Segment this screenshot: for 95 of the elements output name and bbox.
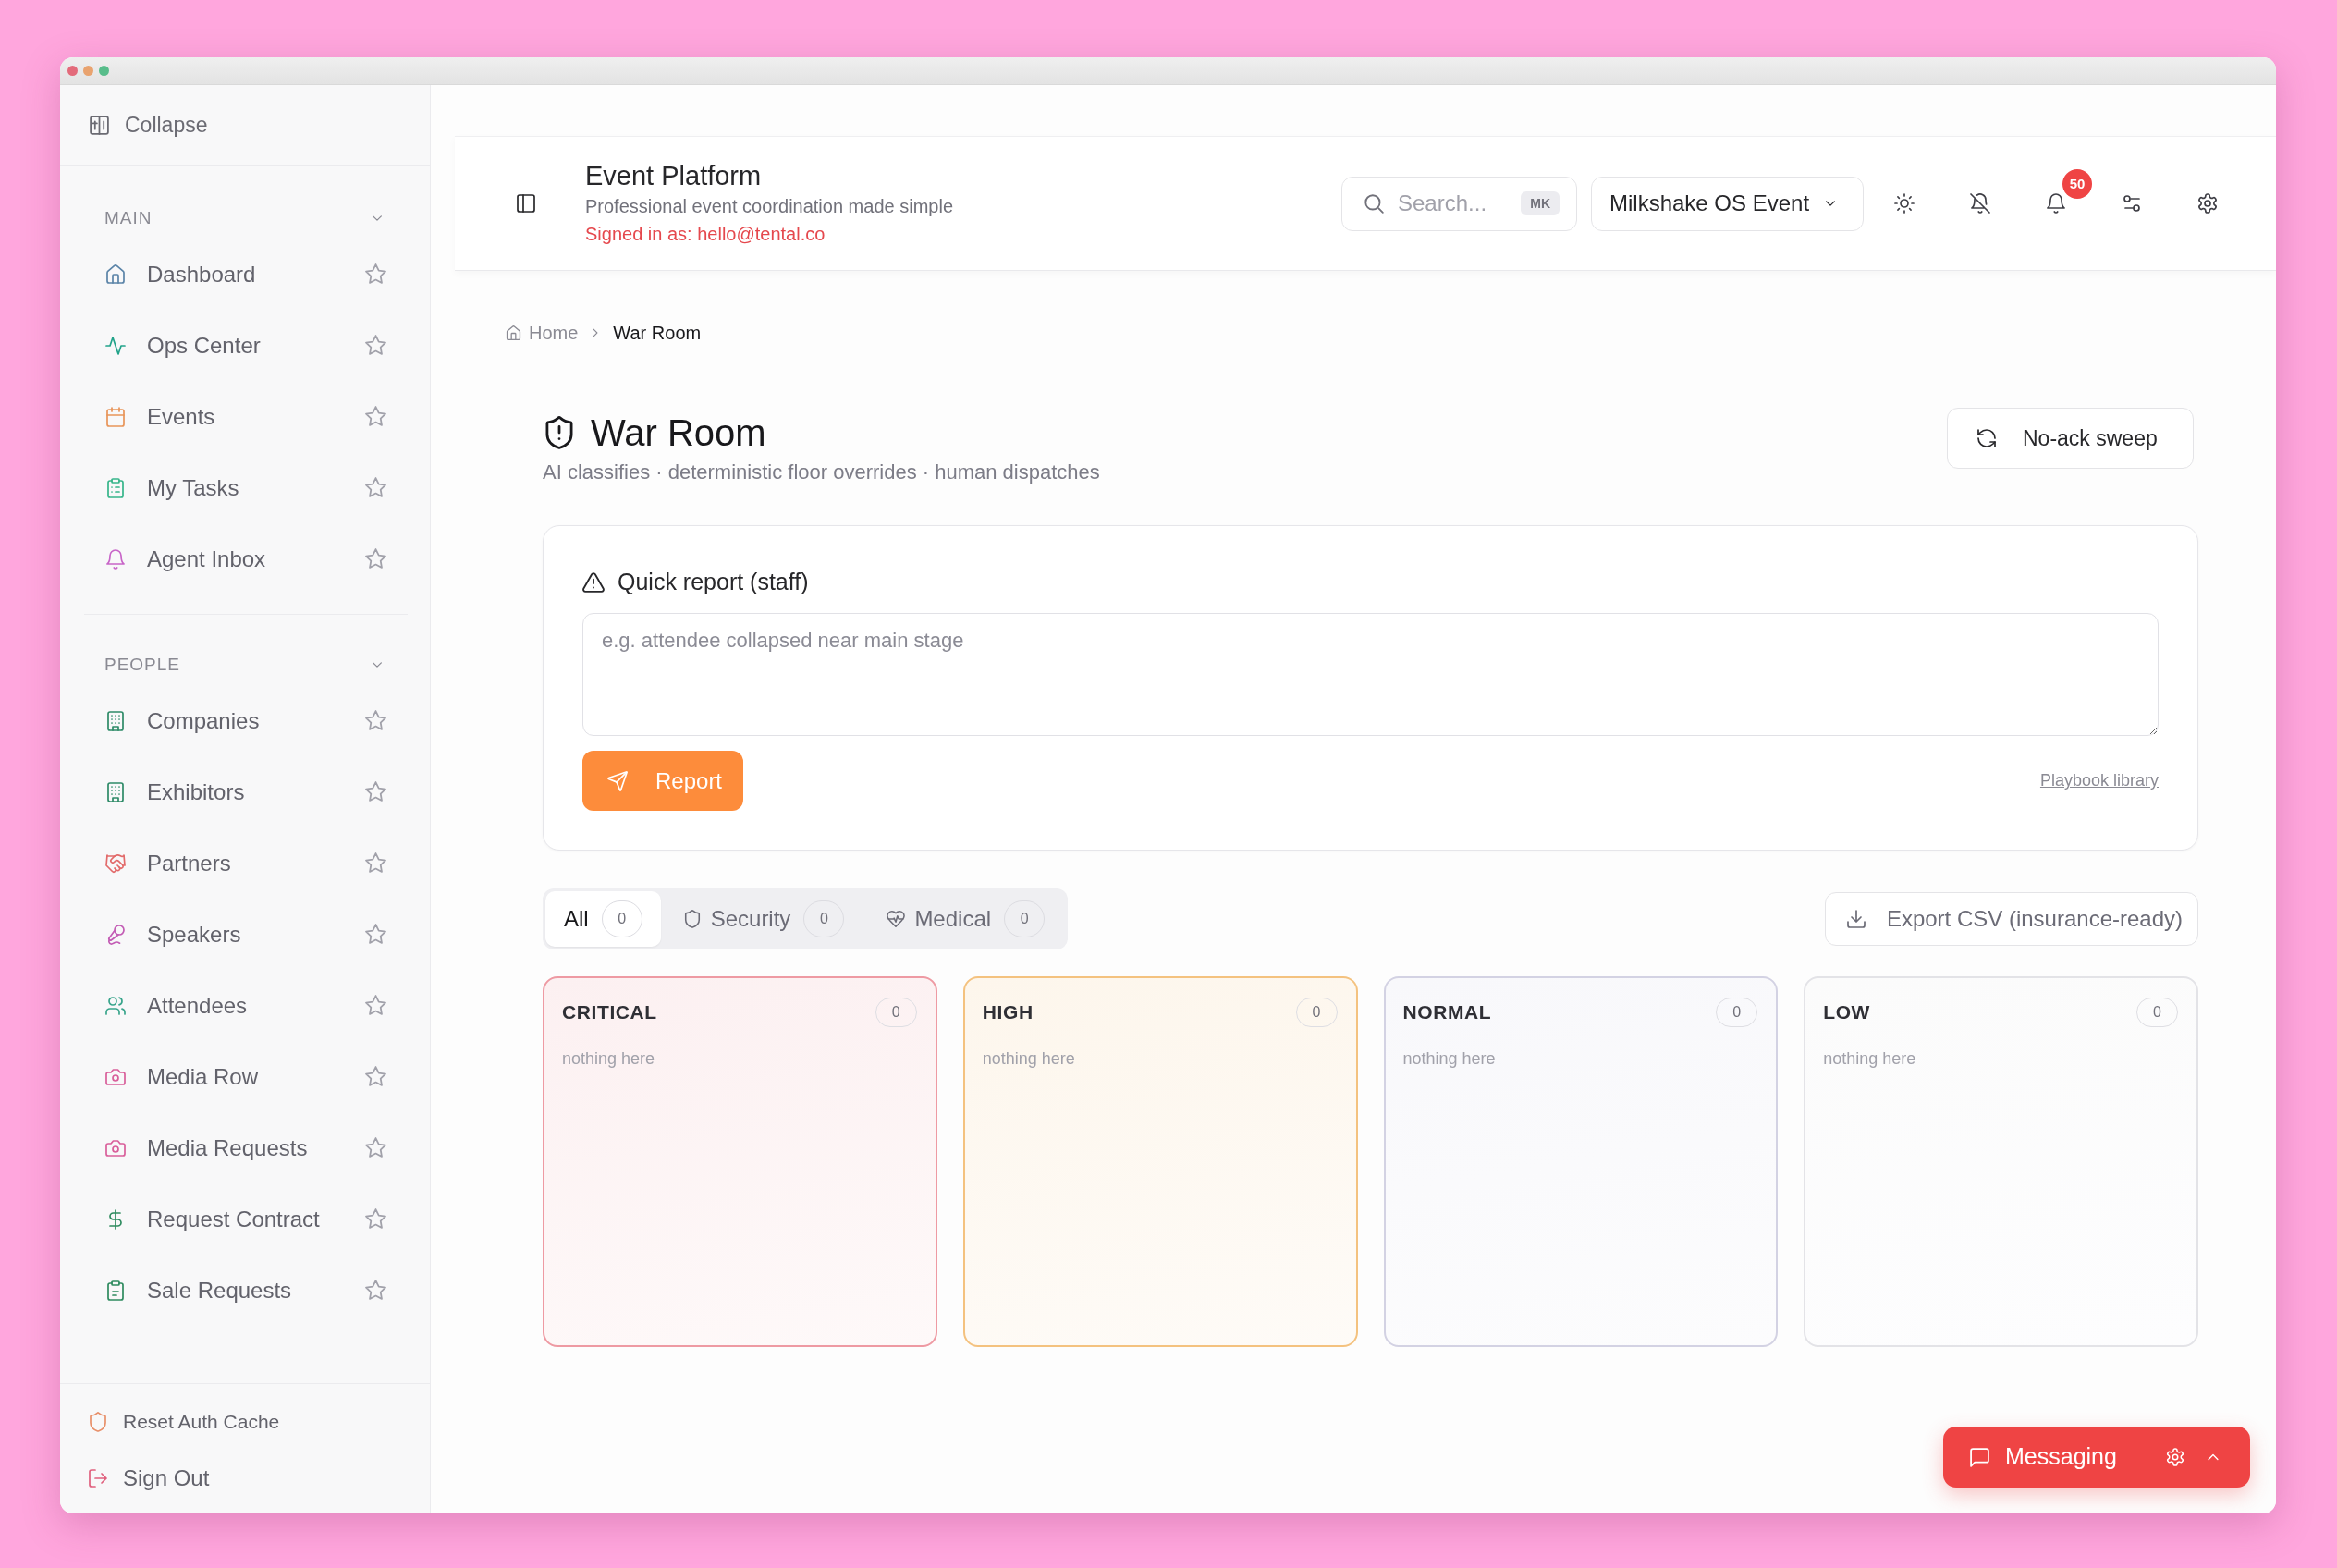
- star-icon[interactable]: [365, 263, 386, 285]
- lane-title: LOW: [1823, 1000, 1871, 1025]
- page-title: War Room: [591, 411, 766, 455]
- app-subtitle: Professional event coordination made simple: [585, 195, 953, 218]
- chat-icon: [1969, 1446, 1990, 1468]
- shield-icon: [682, 910, 702, 928]
- app-title: Event Platform: [585, 160, 763, 192]
- clipboard-icon: [105, 477, 126, 498]
- window-zoom-icon[interactable]: [99, 66, 109, 76]
- star-icon[interactable]: [365, 1066, 386, 1087]
- settings-icon: [2166, 1448, 2184, 1466]
- nav-item[interactable]: Media Row: [84, 1049, 354, 1104]
- sidebar-icon: [516, 193, 536, 214]
- collapse-button[interactable]: Collapse: [89, 109, 208, 141]
- settings-icon: [2197, 193, 2218, 214]
- handshake-icon: [105, 852, 126, 874]
- send-icon: [607, 770, 628, 791]
- export-button[interactable]: Export CSV (insurance-ready): [1824, 892, 2198, 946]
- nav-item[interactable]: Ops Center: [84, 318, 354, 373]
- lane-title: HIGH: [982, 1000, 1034, 1025]
- bell-off-icon: [1970, 193, 1990, 214]
- search-icon: [1363, 191, 1385, 214]
- sign-out-button[interactable]: Sign Out: [88, 1450, 210, 1506]
- star-icon[interactable]: [365, 710, 386, 731]
- filter-tab[interactable]: All 0: [545, 891, 661, 947]
- star-icon[interactable]: [365, 1137, 386, 1158]
- sweep-button[interactable]: No-ack sweep: [1947, 408, 2194, 469]
- signed-in-text: Signed in as: hello@tental.co: [585, 223, 826, 246]
- notification-count: 50: [2062, 169, 2092, 199]
- download-icon: [1845, 909, 1866, 929]
- star-icon[interactable]: [365, 781, 386, 802]
- building-icon: [105, 710, 126, 731]
- warning-icon: [582, 571, 605, 594]
- window-close-icon[interactable]: [67, 66, 78, 76]
- empty-message: nothing here: [1402, 1048, 1497, 1070]
- bell-icon: [105, 548, 126, 570]
- sun-icon: [1894, 193, 1915, 214]
- clipboard-icon: [105, 1280, 126, 1301]
- calendar-icon: [105, 406, 126, 427]
- microphone-icon: [105, 924, 126, 945]
- lane-title: CRITICAL: [562, 1000, 657, 1025]
- nav-item[interactable]: My Tasks: [84, 460, 354, 515]
- breadcrumb-link[interactable]: Home: [506, 320, 579, 346]
- nav-item[interactable]: Dashboard: [84, 247, 354, 301]
- nav-item[interactable]: Sale Requests: [84, 1263, 354, 1317]
- star-icon[interactable]: [365, 1208, 386, 1230]
- panel-icon: [89, 115, 110, 136]
- section-header[interactable]: PEOPLE: [84, 644, 408, 685]
- star-icon[interactable]: [365, 406, 386, 427]
- building-icon: [105, 781, 126, 802]
- refresh-icon: [1976, 428, 1997, 448]
- shield-icon: [88, 1411, 108, 1432]
- nav-item[interactable]: Companies: [84, 693, 354, 748]
- nav-item[interactable]: Attendees: [84, 978, 354, 1033]
- empty-message: nothing here: [1823, 1048, 1917, 1070]
- breadcrumb-current: War Room: [613, 322, 702, 345]
- house-icon: [506, 325, 521, 341]
- nav-item[interactable]: Partners: [84, 836, 354, 890]
- nav-item[interactable]: Events: [84, 389, 354, 444]
- event-select[interactable]: Milkshake OS Event: [1591, 176, 1864, 231]
- window-minimize-icon[interactable]: [83, 66, 93, 76]
- filter-tab[interactable]: Security 0: [660, 891, 865, 947]
- report-input[interactable]: e.g. attendee collapsed near main stage: [582, 613, 2159, 736]
- nav-item[interactable]: Exhibitors: [84, 765, 354, 819]
- empty-message: nothing here: [562, 1048, 656, 1070]
- sign-out-icon: [88, 1467, 108, 1488]
- camera-icon: [105, 1137, 126, 1158]
- star-icon[interactable]: [365, 477, 386, 498]
- people-icon: [105, 995, 126, 1016]
- page-subtitle: AI classifies · deterministic floor overrides · human dispatches: [543, 459, 1100, 485]
- star-icon[interactable]: [365, 1280, 386, 1301]
- heart-pulse-icon: [887, 910, 906, 928]
- camera-icon: [105, 1066, 126, 1087]
- playbook-link[interactable]: Playbook library: [2039, 768, 2159, 793]
- nav-item[interactable]: Speakers: [84, 907, 354, 962]
- pulse-icon: [105, 335, 126, 356]
- nav-item[interactable]: Agent Inbox: [84, 532, 354, 586]
- filter-tab[interactable]: Medical 0: [864, 891, 1066, 947]
- star-icon[interactable]: [365, 335, 386, 356]
- star-icon[interactable]: [365, 852, 386, 874]
- nav-item[interactable]: Media Requests: [84, 1121, 354, 1175]
- star-icon[interactable]: [365, 924, 386, 945]
- card-title: Quick report (staff): [618, 568, 809, 597]
- shortcut-key: MK: [1521, 190, 1560, 215]
- nav-item[interactable]: Request Contract: [84, 1192, 354, 1246]
- sliders-icon: [2122, 193, 2142, 214]
- lane-title: NORMAL: [1402, 1000, 1492, 1025]
- star-icon[interactable]: [365, 995, 386, 1016]
- star-icon[interactable]: [365, 548, 386, 570]
- section-header[interactable]: MAIN: [84, 198, 408, 239]
- messaging-button[interactable]: Messaging: [1943, 1427, 2250, 1488]
- sidebar-action[interactable]: Reset Auth Cache: [88, 1393, 280, 1450]
- bell-icon: [2046, 193, 2066, 214]
- house-icon: [105, 263, 126, 285]
- empty-message: nothing here: [982, 1048, 1076, 1070]
